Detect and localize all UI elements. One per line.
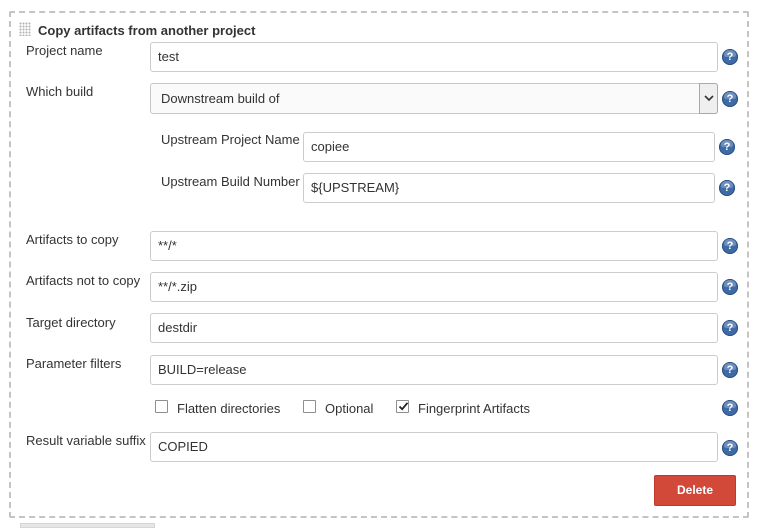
fingerprint-artifacts-label[interactable]: Fingerprint Artifacts bbox=[418, 401, 530, 416]
help-icon[interactable]: ? bbox=[722, 238, 738, 254]
help-icon[interactable]: ? bbox=[722, 440, 738, 456]
result-variable-suffix-input[interactable]: COPIED bbox=[150, 432, 718, 462]
chevron-down-icon[interactable] bbox=[699, 83, 718, 114]
artifacts-not-to-copy-input[interactable]: **/*.zip bbox=[150, 272, 718, 302]
help-icon[interactable]: ? bbox=[719, 139, 735, 155]
project-name-label: Project name bbox=[26, 43, 103, 58]
checkmark-icon bbox=[398, 402, 409, 411]
target-directory-label: Target directory bbox=[26, 315, 116, 330]
help-icon[interactable]: ? bbox=[722, 49, 738, 65]
help-icon[interactable]: ? bbox=[722, 320, 738, 336]
which-build-select[interactable]: Downstream build of bbox=[150, 83, 718, 114]
upstream-project-name-label: Upstream Project Name bbox=[161, 132, 300, 147]
upstream-build-number-label: Upstream Build Number bbox=[161, 174, 300, 189]
help-icon[interactable]: ? bbox=[722, 400, 738, 416]
result-variable-suffix-label: Result variable suffix bbox=[26, 433, 146, 448]
upstream-build-number-input[interactable]: ${UPSTREAM} bbox=[303, 173, 715, 203]
which-build-selected-value: Downstream build of bbox=[161, 91, 280, 106]
bottom-scroll-stub bbox=[20, 523, 155, 528]
upstream-project-name-input[interactable]: copiee bbox=[303, 132, 715, 162]
which-build-label: Which build bbox=[26, 84, 94, 99]
flatten-directories-label[interactable]: Flatten directories bbox=[177, 401, 280, 416]
optional-checkbox[interactable] bbox=[303, 400, 316, 413]
help-icon[interactable]: ? bbox=[722, 91, 738, 107]
flatten-directories-checkbox[interactable] bbox=[155, 400, 168, 413]
section-title: Copy artifacts from another project bbox=[38, 23, 256, 38]
help-icon[interactable]: ? bbox=[719, 180, 735, 196]
target-directory-input[interactable]: destdir bbox=[150, 313, 718, 343]
parameter-filters-label: Parameter filters bbox=[26, 356, 122, 371]
optional-label[interactable]: Optional bbox=[325, 401, 373, 416]
help-icon[interactable]: ? bbox=[722, 279, 738, 295]
artifacts-to-copy-input[interactable]: **/* bbox=[150, 231, 718, 261]
artifacts-not-to-copy-label: Artifacts not to copy bbox=[26, 273, 141, 288]
help-icon[interactable]: ? bbox=[722, 362, 738, 378]
parameter-filters-input[interactable]: BUILD=release bbox=[150, 355, 718, 385]
fingerprint-artifacts-checkbox[interactable] bbox=[396, 400, 409, 413]
artifacts-to-copy-label: Artifacts to copy bbox=[26, 232, 119, 247]
delete-button[interactable]: Delete bbox=[654, 475, 736, 506]
drag-handle-icon[interactable] bbox=[19, 22, 31, 36]
project-name-input[interactable]: test bbox=[150, 42, 718, 72]
